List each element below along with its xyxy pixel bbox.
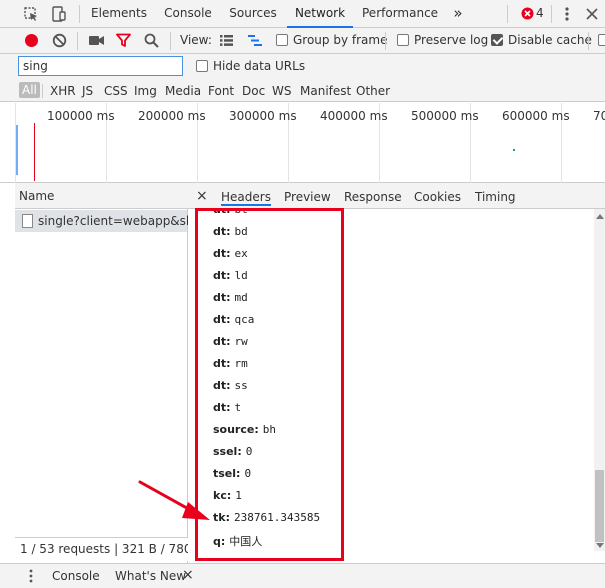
tab-sources[interactable]: Sources (226, 0, 280, 28)
tab-elements[interactable]: Elements (88, 0, 150, 28)
request-summary: 1 / 53 requests | 321 B / 780 ... (20, 542, 207, 556)
type-xhr[interactable]: XHR (50, 84, 76, 98)
tab-response[interactable]: Response (344, 190, 402, 204)
drawer-tab-console[interactable]: Console (52, 569, 100, 583)
drawer-menu-icon[interactable] (28, 569, 34, 583)
type-all[interactable]: All (19, 82, 40, 98)
type-ws[interactable]: WS (272, 84, 291, 98)
toolbar-divider (79, 5, 80, 23)
group-by-frame-label: Group by frame (293, 33, 388, 47)
more-tabs-button[interactable]: » (446, 0, 470, 28)
name-column-label: Name (19, 189, 55, 203)
type-font[interactable]: Font (208, 84, 234, 98)
toolbar-divider (507, 5, 508, 23)
tab-headers[interactable]: Headers (221, 190, 271, 206)
timeline-request-dot (513, 149, 515, 151)
devtools-tabbar: Elements Console Sources Network Perform… (0, 0, 605, 28)
large-rows-icon[interactable] (219, 34, 234, 47)
clear-icon[interactable] (52, 33, 67, 48)
toolbar-divider (551, 5, 552, 23)
waterfall-icon[interactable] (247, 34, 263, 47)
network-toolbar: View: Group by frame Preserve log Disabl… (0, 28, 605, 54)
type-img[interactable]: Img (134, 84, 157, 98)
tab-preview[interactable]: Preview (284, 190, 331, 204)
toolbar-divider (77, 32, 78, 50)
type-js[interactable]: JS (82, 84, 93, 98)
device-toolbar-icon[interactable] (50, 5, 68, 23)
toolbar-divider (588, 32, 589, 50)
name-column-header[interactable]: Name (15, 183, 188, 209)
document-icon (22, 214, 33, 228)
preserve-log-label: Preserve log (414, 33, 489, 47)
tab-console[interactable]: Console (159, 0, 217, 28)
highlight-box (195, 208, 344, 561)
view-label: View: (180, 33, 212, 47)
hide-data-urls-label: Hide data URLs (213, 59, 306, 73)
hide-data-urls-checkbox[interactable] (196, 60, 208, 72)
timeline-request-bar (16, 125, 18, 175)
disable-cache-checkbox[interactable] (491, 34, 503, 46)
request-name: single?client=webapp&sl... (38, 214, 201, 228)
error-count[interactable]: 4 (536, 6, 544, 20)
type-manifest[interactable]: Manifest (300, 84, 351, 98)
offline-checkbox[interactable] (598, 34, 605, 46)
group-by-frame-checkbox[interactable] (276, 34, 288, 46)
drawer-tab-whats-new[interactable]: What's New (115, 569, 186, 583)
capture-screenshots-icon[interactable] (88, 34, 105, 47)
kebab-menu-icon[interactable] (562, 6, 572, 22)
tab-timing[interactable]: Timing (475, 190, 516, 204)
type-doc[interactable]: Doc (242, 84, 265, 98)
disable-cache-label: Disable cache (508, 33, 592, 47)
filter-icon[interactable] (116, 33, 131, 48)
error-icon (521, 7, 534, 20)
tab-network[interactable]: Network (287, 0, 353, 28)
tab-performance[interactable]: Performance (362, 0, 438, 28)
toolbar-divider (385, 32, 386, 50)
timeline-tick: 70 (593, 109, 605, 123)
close-devtools-icon[interactable] (586, 8, 598, 20)
detail-tabbar: × Headers Preview Response Cookies Timin… (188, 183, 605, 209)
timeline-tick: 600000 ms (502, 109, 570, 123)
scroll-up-arrow[interactable] (596, 214, 604, 219)
filter-input[interactable] (18, 56, 183, 76)
request-summary-bar: 1 / 53 requests | 321 B / 780 ... (15, 537, 207, 561)
close-detail-button[interactable]: × (196, 188, 208, 204)
type-css[interactable]: CSS (104, 84, 128, 98)
type-other[interactable]: Other (356, 84, 390, 98)
timeline-tick: 400000 ms (320, 109, 388, 123)
timeline-tick: 300000 ms (229, 109, 297, 123)
inspect-element-icon[interactable] (22, 5, 40, 23)
scroll-down-arrow[interactable] (596, 543, 604, 548)
timeline-tick: 200000 ms (138, 109, 206, 123)
type-media[interactable]: Media (165, 84, 201, 98)
toolbar-divider (170, 32, 171, 50)
record-icon[interactable] (24, 33, 39, 48)
search-icon[interactable] (144, 33, 159, 48)
detail-scrollbar-thumb[interactable] (595, 470, 604, 542)
type-divider (42, 84, 43, 98)
timeline-overview[interactable]: 100000 ms 200000 ms 300000 ms 400000 ms … (0, 103, 605, 183)
table-row[interactable]: single?client=webapp&sl... (15, 210, 201, 232)
timeline-tick: 500000 ms (411, 109, 479, 123)
timeline-tick: 100000 ms (47, 109, 115, 123)
console-drawer: Console What's New × (0, 563, 605, 588)
annotation-arrow-icon (138, 480, 210, 520)
close-drawer-tab-button[interactable]: × (182, 567, 194, 583)
preserve-log-checkbox[interactable] (397, 34, 409, 46)
timeline-load-line (34, 123, 35, 181)
tab-cookies[interactable]: Cookies (414, 190, 461, 204)
